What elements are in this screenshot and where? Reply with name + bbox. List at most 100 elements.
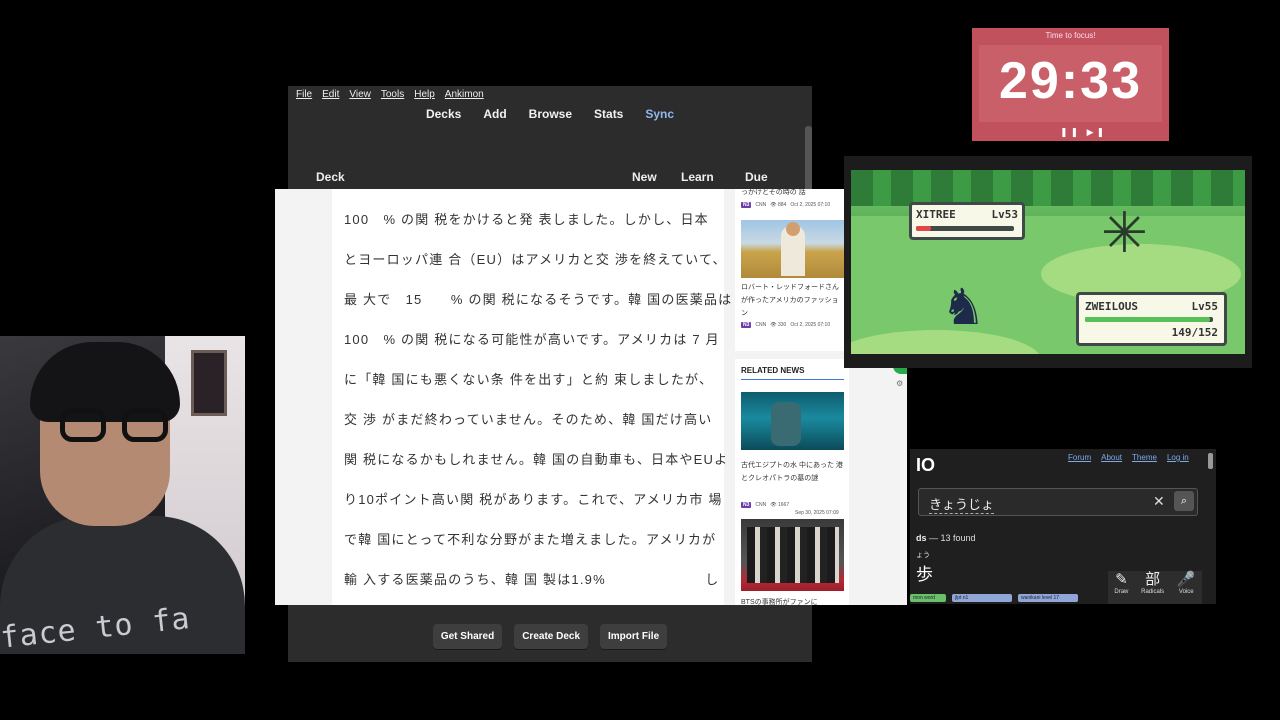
player-hp-text: 149/152 (1171, 326, 1218, 339)
gear-icon[interactable]: ⚙ (896, 379, 903, 388)
jlpt-badge: N3 (741, 502, 752, 508)
player-pokemon-sprite: ♞ (941, 279, 986, 335)
news-thumbnail[interactable] (741, 519, 844, 591)
view-count: 👁 884 (770, 202, 787, 208)
news-item-meta: N3 CNN 👁 1667 (741, 502, 789, 508)
radicals-label: Radicals (1141, 589, 1165, 595)
menu-help[interactable]: Help (414, 89, 435, 100)
result-word[interactable]: 歩 (916, 560, 933, 585)
news-thumbnail[interactable] (741, 392, 844, 450)
article-line: 交 渉 がまだ終わっていません。そのため、韓 国だけ高い (344, 412, 713, 427)
result-count: ds — 13 found (916, 533, 976, 543)
col-learn: Learn (681, 170, 714, 184)
search-query[interactable]: きょうじょ (929, 494, 995, 514)
tag-common-word: mon word (910, 594, 946, 602)
search-button[interactable]: ⌕ (1174, 491, 1194, 511)
news-source: CNN (755, 202, 767, 208)
jisho-logo: IO (916, 455, 936, 475)
nav-sync[interactable]: Sync (645, 107, 674, 121)
news-item-title[interactable]: BTSの事務所がファンに (741, 596, 818, 605)
article-line: に「韓 国にも悪くない条 件を出す」と約 束しましたが、 (344, 372, 714, 387)
player-name: ZWEILOUS (1085, 300, 1138, 313)
jisho-scrollbar[interactable] (1208, 453, 1213, 469)
timer-controls[interactable]: ❚❚ ▶❚ (1060, 127, 1107, 138)
article-line: 最 大で 15 % の関 税になるそうです。韓 国の医薬品は (344, 292, 733, 307)
menu-edit[interactable]: Edit (322, 89, 339, 100)
anki-toolbar: Decks Add Browse Stats Sync (288, 107, 812, 121)
player-hp-bar (1085, 317, 1213, 322)
menu-file[interactable]: File (296, 89, 312, 100)
voice-tool[interactable]: 🎤 Voice (1177, 571, 1196, 604)
tag-wanikani: wanikani level 17 (1018, 594, 1078, 602)
article-line: 関 税になるかもしれません。韓 国の自動車も、日本やEUよ (344, 452, 729, 467)
draw-icon: ✎ (1115, 571, 1128, 588)
enemy-name: XITREE (916, 208, 956, 221)
article-line: で韓 国にとって不利な分野がまた増えました。アメリカが (344, 532, 717, 547)
import-file-button[interactable]: Import File (600, 624, 668, 649)
link-about[interactable]: About (1101, 453, 1122, 462)
timer-time: 29:33 (999, 52, 1142, 110)
link-forum[interactable]: Forum (1068, 453, 1091, 462)
menu-view[interactable]: View (349, 89, 371, 100)
news-date: Oct 2, 2025 07:10 (790, 322, 831, 328)
article-line: 100 % の関 税になる可能性が高いです。アメリカは 7 月 (344, 332, 720, 347)
col-new: New (632, 170, 657, 184)
link-theme[interactable]: Theme (1132, 453, 1157, 462)
nav-browse[interactable]: Browse (529, 107, 572, 121)
radicals-icon: 部 (1145, 571, 1161, 588)
jlpt-badge: N3 (741, 322, 752, 328)
news-item-title[interactable]: ロバート・レッドフォードさんが作ったアメリカのファッション (741, 281, 844, 320)
menu-tools[interactable]: Tools (381, 89, 404, 100)
article-line: り10ポイント高い関 税があります。これで、アメリカ市 場 (344, 492, 723, 507)
focus-timer: Time to focus! 29:33 ❚❚ ▶❚ (972, 28, 1169, 141)
webcam-feed: face to fa (0, 336, 245, 654)
nav-decks[interactable]: Decks (426, 107, 461, 121)
player-level: Lv55 (1191, 300, 1219, 313)
nav-stats[interactable]: Stats (594, 107, 623, 121)
draw-label: Draw (1114, 589, 1129, 595)
battle-screen: ✳ ♞ XITREE Lv53 ZWEILOUS Lv55 149/152 (851, 170, 1245, 354)
furigana: ょう (916, 552, 930, 559)
news-item-meta: N3 CNN 👁 330 Oct 2, 2025 07:10 (741, 322, 830, 328)
pokemon-battle-window: ✳ ♞ XITREE Lv53 ZWEILOUS Lv55 149/152 (844, 156, 1252, 368)
enemy-hp-box: XITREE Lv53 (909, 202, 1025, 240)
create-deck-button[interactable]: Create Deck (514, 624, 589, 649)
anki-bottom-bar: Get Shared Create Deck Import File (288, 624, 812, 649)
clear-icon[interactable]: ✕ (1153, 493, 1165, 510)
news-date: Sep 30, 2025 07:09 (795, 510, 839, 516)
related-news-heading: RELATED NEWS (741, 366, 844, 380)
article-line: とヨーロッパ連 合（EU）はアメリカと交 渉を終えていて、 (344, 252, 727, 267)
jisho-window: IO Forum About Theme Log in きょうじょ ✕ ⌕ ds… (910, 449, 1216, 604)
jlpt-badge: N3 (741, 202, 752, 208)
nav-add[interactable]: Add (483, 107, 506, 121)
get-shared-button[interactable]: Get Shared (432, 624, 503, 649)
col-deck: Deck (316, 170, 345, 184)
article-line: 100 % の関 税をかけると発 表しました。しかし、日本 (344, 212, 709, 227)
news-thumbnail[interactable] (741, 220, 844, 278)
col-due: Due (745, 170, 768, 184)
tag-jlpt: jlpt n1 (952, 594, 1012, 602)
search-input[interactable]: きょうじょ ✕ ⌕ (918, 488, 1198, 516)
search-icon: ⌕ (1180, 495, 1188, 507)
article-body: 100 % の関 税をかけると発 表しました。しかし、日本 とヨーロッパ連 合（… (332, 189, 733, 605)
view-count: 👁 330 (770, 322, 787, 328)
news-source: CNN (755, 502, 767, 508)
voice-label: Voice (1178, 589, 1194, 595)
menu-ankimon[interactable]: Ankimon (445, 89, 484, 100)
jisho-nav-links: Forum About Theme Log in (1068, 453, 1189, 462)
news-item-title[interactable]: っかけとその時の 話 (741, 189, 806, 199)
article-sidebar: っかけとその時の 話 N3 CNN 👁 884 Oct 2, 2025 07:1… (735, 189, 849, 605)
microphone-icon: 🎤 (1176, 571, 1196, 588)
player-hp-box: ZWEILOUS Lv55 149/152 (1076, 292, 1227, 346)
input-tools: ✎ Draw 部 Radicals 🎤 Voice (1108, 571, 1202, 604)
view-count: 👁 1667 (770, 502, 790, 508)
word-tags: mon word jlpt n1 wanikani level 17 (910, 594, 1078, 602)
timer-label: Time to focus! (1045, 31, 1096, 40)
draw-tool[interactable]: ✎ Draw (1114, 571, 1128, 604)
radicals-tool[interactable]: 部 Radicals (1141, 571, 1164, 604)
enemy-level: Lv53 (991, 208, 1019, 221)
news-item-title[interactable]: 古代エジプトの水 中にあった 港 とクレオパトラの墓の謎 (741, 459, 844, 485)
anki-scrollbar[interactable] (805, 126, 812, 196)
link-login[interactable]: Log in (1167, 453, 1189, 462)
enemy-hp-bar (916, 226, 1014, 231)
